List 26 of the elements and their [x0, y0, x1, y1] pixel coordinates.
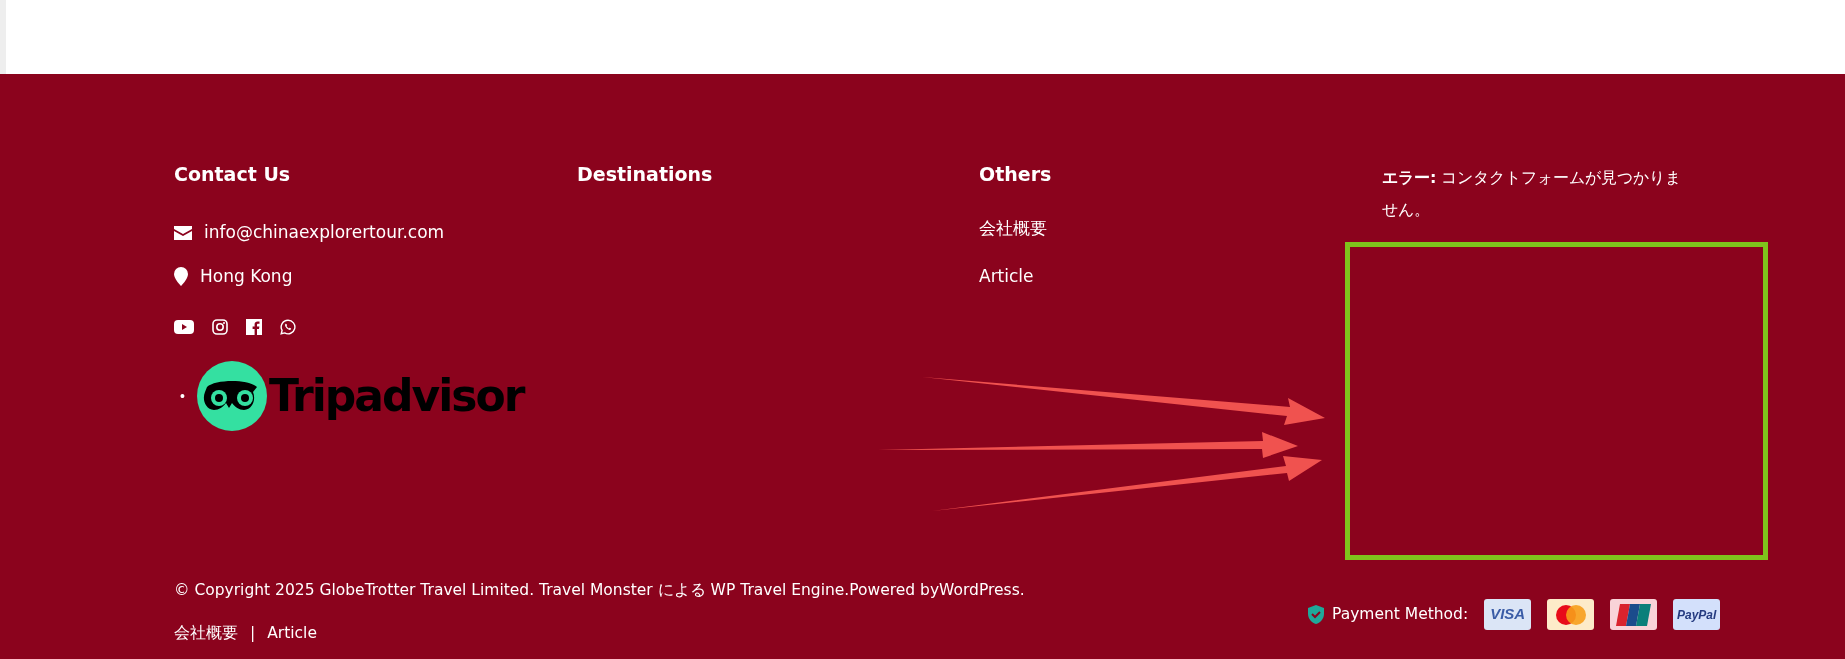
column-heading: Destinations: [577, 162, 714, 186]
separator-text: |: [250, 623, 256, 645]
map-pin-icon: [174, 266, 188, 286]
whatsapp-icon[interactable]: [280, 319, 296, 335]
youtube-icon[interactable]: [174, 320, 194, 334]
instagram-icon[interactable]: [212, 319, 228, 335]
footer-link[interactable]: 会社概要: [174, 622, 238, 646]
facebook-icon[interactable]: [246, 319, 262, 335]
footer-link[interactable]: 会社概要: [979, 216, 1382, 242]
envelope-icon: [174, 225, 192, 240]
column-heading: Contact Us: [174, 162, 292, 186]
copyright-text: © Copyright 2025 GlobeTrotter Travel Limited. Travel Monster による WP Travel Engine.Powered byWordPress.: [174, 580, 1025, 601]
shield-check-icon: [1308, 605, 1324, 624]
owl-logo-icon: [196, 361, 267, 431]
footer-link[interactable]: Article: [267, 622, 317, 646]
payment-label: Payment Method:: [1332, 603, 1469, 625]
footer-link[interactable]: Article: [979, 263, 1382, 289]
list-bullet: •: [180, 386, 185, 406]
paypal-card: PayPal: [1673, 599, 1721, 630]
email-link[interactable]: info@chinaexplorertour.com: [204, 220, 445, 246]
error-message: エラー: コンタクトフォームが見つかりません。: [1382, 167, 1683, 221]
location-text: Hong Kong: [200, 264, 293, 288]
mastercard-card: [1547, 599, 1595, 630]
unionpay-card: [1610, 599, 1658, 630]
visa-card: VISA: [1484, 599, 1532, 630]
column-heading: Others: [979, 162, 1053, 186]
